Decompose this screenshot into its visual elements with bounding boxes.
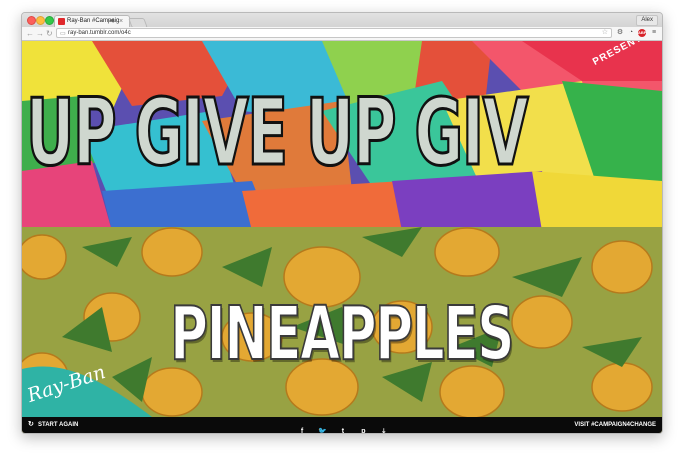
- adblock-extension-icon[interactable]: ABP: [638, 29, 646, 37]
- rayban-favicon-icon: [58, 18, 65, 25]
- tab-rayban[interactable]: Ray-Ban #CampaignF... ◀ ×: [54, 15, 130, 27]
- window-maximize-button[interactable]: [45, 16, 54, 25]
- pocket-extension-icon[interactable]: ◔: [627, 29, 635, 37]
- facebook-icon[interactable]: f: [294, 427, 310, 433]
- pinterest-icon[interactable]: p: [355, 427, 371, 433]
- refresh-icon: ↻: [28, 421, 34, 428]
- tab-close-icon[interactable]: ×: [119, 17, 123, 26]
- menu-icon[interactable]: ≡: [650, 29, 658, 37]
- page-content: PRESENTS UP GIVE UP GIV PINEAPPLES Ray-B…: [22, 41, 662, 433]
- start-again-button[interactable]: ↻ START AGAIN: [28, 421, 78, 429]
- visit-campaign-link[interactable]: VISIT #CAMPAIGN4CHANGE: [574, 421, 656, 429]
- share-icons: f 🐦 t p ⤓: [294, 420, 392, 433]
- browser-window: Ray-Ban #CampaignF... ◀ × Alex ← → ↻ ▭ r…: [21, 12, 663, 434]
- give-up-headline: UP GIVE UP GIV: [25, 78, 530, 188]
- tab-strip: Ray-Ban #CampaignF... ◀ × Alex: [22, 13, 662, 28]
- twitter-icon[interactable]: 🐦: [314, 427, 330, 433]
- speaker-icon[interactable]: ◀: [109, 17, 114, 26]
- window-close-button[interactable]: [27, 16, 36, 25]
- bookmark-star-icon[interactable]: ☆: [602, 29, 608, 37]
- pineapples-headline: PINEAPPLES: [169, 290, 515, 378]
- profile-button[interactable]: Alex: [636, 15, 658, 26]
- settings-extension-icon[interactable]: ⚙: [616, 29, 624, 37]
- window-minimize-button[interactable]: [36, 16, 45, 25]
- address-bar[interactable]: ▭ ray-ban.tumblr.com/o4c ☆: [56, 28, 612, 38]
- reload-icon[interactable]: ↻: [46, 28, 53, 39]
- url-text[interactable]: ray-ban.tumblr.com/o4c: [68, 29, 131, 37]
- tumblr-icon[interactable]: t: [335, 427, 351, 433]
- forward-icon[interactable]: →: [36, 28, 44, 39]
- browser-toolbar: ← → ↻ ▭ ray-ban.tumblr.com/o4c ☆ ⚙ ◔ ABP…: [22, 27, 662, 41]
- page-icon: ▭: [60, 31, 66, 37]
- download-icon[interactable]: ⤓: [376, 427, 392, 433]
- back-icon[interactable]: ←: [26, 28, 34, 39]
- page-footer: ↻ START AGAIN f 🐦 t p ⤓ VISIT #CAMPAIGN4C…: [22, 417, 662, 433]
- start-again-label: START AGAIN: [38, 422, 79, 428]
